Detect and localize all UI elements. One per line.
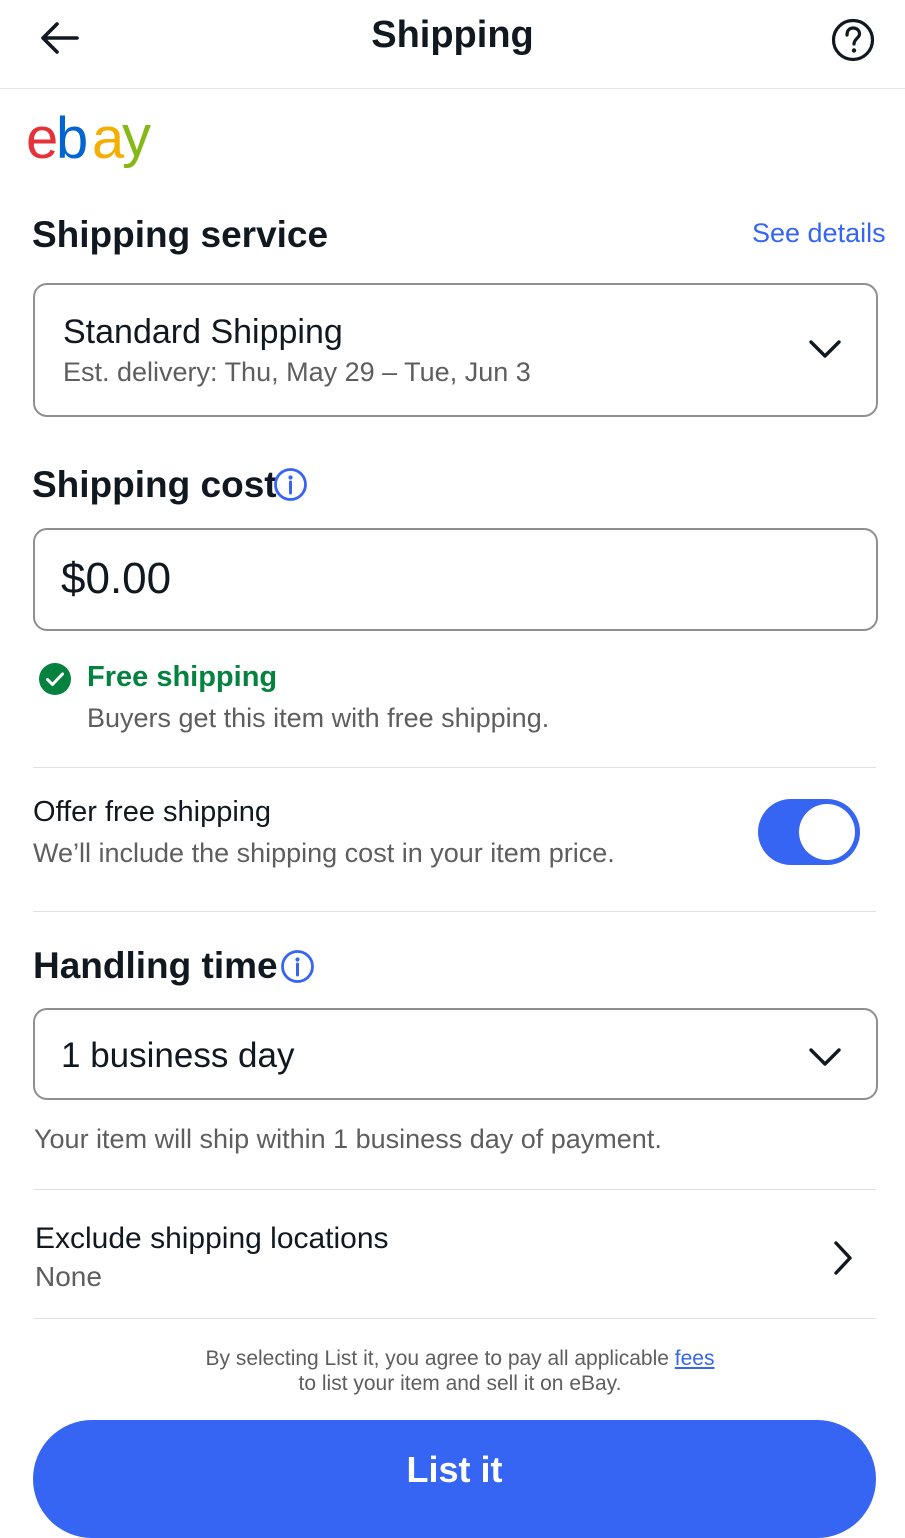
offer-free-shipping-title: Offer free shipping [33,796,272,828]
divider [33,767,876,768]
handling-time-note: Your item will ship within 1 business da… [34,1124,662,1154]
terms-suffix: to list your item and sell it on eBay. [298,1372,622,1395]
logo-letter: e [26,108,56,171]
free-shipping-note: Buyers get this item with free shipping. [87,703,550,733]
free-shipping-status: Free shipping [87,661,278,693]
handling-time-heading: Handling time [33,945,278,986]
shipping-cost-value: 0.00 [85,554,172,603]
info-icon[interactable] [280,949,315,984]
logo-letter: y [122,108,151,169]
handling-time-select[interactable]: 1 business day [33,1008,878,1100]
terms-text: By selecting List it, you agree to pay a… [0,1346,905,1396]
shipping-service-heading: Shipping service [32,214,329,255]
logo-letter: b [56,108,86,171]
shipping-cost-input[interactable]: $0.00 [33,528,878,631]
terms-prefix: By selecting List it, you agree to pay a… [205,1347,675,1370]
info-icon[interactable] [273,467,308,502]
chevron-down-icon [809,340,841,358]
exclude-locations-value: None [35,1261,102,1292]
exclude-shipping-locations-row[interactable]: Exclude shipping locations None [33,1192,876,1318]
exclude-locations-title: Exclude shipping locations [35,1222,389,1255]
handling-time-value: 1 business day [61,1036,295,1075]
divider [33,1189,876,1190]
shipping-service-value: Standard Shipping [63,313,343,351]
est-delivery-text: Est. delivery: Thu, May 29 – Tue, Jun 3 [63,357,531,387]
page-title: Shipping [371,14,534,56]
divider [33,911,876,912]
toggle-knob [799,804,855,860]
check-circle-icon [39,663,71,695]
fees-link[interactable]: fees [675,1347,715,1370]
shipping-service-select[interactable]: Standard Shipping Est. delivery: Thu, Ma… [33,283,878,417]
offer-free-shipping-description: We’ll include the shipping cost in your … [33,838,615,868]
currency-symbol: $ [61,554,86,603]
chevron-down-icon [809,1048,841,1066]
help-button[interactable] [830,17,876,63]
shipping-cost-heading: Shipping cost [32,464,277,505]
divider [33,1318,876,1319]
chevron-right-icon [834,1241,852,1275]
question-circle-icon [831,18,875,62]
logo-letter: a [92,108,125,171]
list-it-button[interactable]: List it [33,1420,876,1538]
ebay-logo: ebay [26,104,166,174]
offer-free-shipping-toggle[interactable] [758,799,860,865]
see-details-link[interactable]: See details [752,218,886,249]
